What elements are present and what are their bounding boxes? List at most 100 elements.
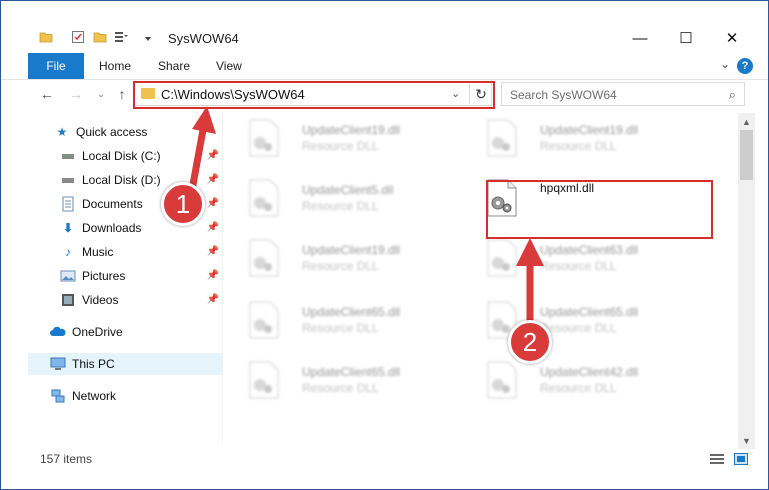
file-item[interactable]: UpdateClient19.dll Resource DLL	[228, 115, 448, 161]
search-input[interactable]: Search SysWOW64	[510, 88, 617, 102]
nav-item-pictures[interactable]: Pictures 📌	[60, 265, 222, 287]
dll-file-icon	[487, 361, 517, 399]
file-item[interactable]: UpdateClient19.dll Resource DLL	[466, 115, 686, 161]
pin-icon[interactable]: 📌	[207, 150, 219, 161]
computer-icon	[50, 357, 66, 370]
maximize-button[interactable]: ☐	[663, 25, 709, 51]
cloud-icon	[50, 326, 66, 336]
nav-item-label: Quick access	[76, 125, 148, 139]
nav-item-label: Local Disk (C:)	[82, 149, 161, 163]
pin-icon[interactable]: 📌	[207, 198, 219, 209]
callout-2: 2	[508, 320, 552, 364]
nav-item-music[interactable]: ♪ Music 📌	[60, 241, 222, 263]
file-name: hpqxml.dll	[540, 181, 595, 195]
tab-file[interactable]: File	[28, 53, 84, 79]
nav-item-label: OneDrive	[72, 325, 123, 339]
scroll-down-icon[interactable]: ▼	[738, 432, 755, 449]
file-type: Resource DLL	[302, 321, 379, 335]
file-name: UpdateClient65.dll	[302, 305, 401, 319]
details-view-icon[interactable]	[710, 453, 724, 465]
nav-item-label: Local Disk (D:)	[82, 173, 161, 187]
file-item[interactable]: UpdateClient65.dll Resource DLL	[228, 297, 448, 343]
dll-file-icon	[487, 119, 517, 157]
file-type: Resource DLL	[302, 199, 379, 213]
close-button[interactable]: ✕	[709, 25, 755, 51]
nav-item-network[interactable]: Network	[50, 385, 222, 407]
scroll-thumb[interactable]	[740, 130, 753, 180]
nav-item-label: Downloads	[82, 221, 142, 235]
nav-item-quick-access[interactable]: ★ Quick access	[54, 121, 222, 143]
file-type: Resource DLL	[540, 139, 617, 153]
nav-item-onedrive[interactable]: OneDrive	[50, 321, 222, 343]
refresh-button[interactable]: ↻	[469, 84, 492, 104]
nav-item-label: Documents	[82, 197, 143, 211]
file-type: Resource DLL	[302, 259, 379, 273]
file-item[interactable]: UpdateClient42.dll Resource DLL	[466, 357, 686, 403]
pictures-icon	[60, 270, 76, 282]
large-icons-view-icon[interactable]	[734, 453, 748, 465]
pin-icon[interactable]: 📌	[207, 294, 219, 305]
dll-file-icon	[487, 239, 517, 277]
recent-locations-button[interactable]: ⌄	[92, 85, 110, 103]
tab-home[interactable]: Home	[99, 53, 131, 79]
file-item-hpqxml[interactable]: hpqxml.dll	[466, 175, 686, 221]
file-name: UpdateClient65.dll	[540, 305, 639, 319]
folder-icon	[141, 88, 155, 99]
dll-file-icon	[249, 179, 279, 217]
document-icon	[62, 196, 74, 212]
help-button[interactable]: ?	[737, 58, 753, 74]
dll-file-icon	[249, 239, 279, 277]
pin-icon[interactable]: 📌	[207, 222, 219, 233]
tab-share[interactable]: Share	[158, 53, 190, 79]
file-item[interactable]: UpdateClient19.dll Resource DLL	[228, 235, 448, 281]
nav-item-videos[interactable]: Videos 📌	[60, 289, 222, 311]
chevron-down-icon[interactable]: ⌄	[451, 87, 460, 100]
up-button[interactable]: ↑	[113, 85, 131, 103]
network-icon	[51, 389, 65, 403]
file-item[interactable]: UpdateClient5.dll Resource DLL	[228, 175, 448, 221]
properties-icon[interactable]	[71, 30, 85, 44]
file-type: Resource DLL	[540, 381, 617, 395]
nav-item-label: Videos	[82, 293, 119, 307]
file-item[interactable]: UpdateClient65.dll Resource DLL	[228, 357, 448, 403]
file-name: UpdateClient5.dll	[302, 183, 394, 197]
drive-icon	[62, 154, 74, 159]
star-icon: ★	[56, 125, 68, 139]
file-list: UpdateClient19.dll Resource DLL UpdateCl…	[223, 113, 738, 443]
nav-item-local-disk-c[interactable]: Local Disk (C:) 📌	[60, 145, 222, 167]
file-type: Resource DLL	[540, 259, 617, 273]
minimize-button[interactable]: —	[617, 25, 663, 51]
pin-icon[interactable]: 📌	[207, 174, 219, 185]
tab-view[interactable]: View	[216, 53, 242, 79]
videos-icon	[62, 294, 74, 306]
file-item[interactable]: UpdateClient63.dll Resource DLL	[466, 235, 686, 281]
chevron-down-icon[interactable]	[143, 31, 153, 45]
navigation-pane: ★ Quick access Local Disk (C:) 📌 Local D…	[28, 113, 222, 443]
file-explorer-window: SysWOW64 — ☐ ✕ File Home Share View ⌄ ? …	[0, 0, 769, 490]
file-type: Resource DLL	[540, 321, 617, 335]
pin-icon[interactable]: 📌	[207, 270, 219, 281]
folder-icon	[39, 32, 53, 43]
vertical-scrollbar[interactable]: ▲ ▼	[738, 113, 755, 449]
expand-ribbon-icon[interactable]: ⌄	[720, 57, 730, 71]
pin-icon[interactable]: 📌	[207, 246, 219, 257]
status-bar: 157 items	[28, 449, 768, 471]
drive-icon	[62, 178, 74, 183]
dll-file-icon	[249, 119, 279, 157]
address-bar[interactable]: C:\Windows\SysWOW64 ⌄ ↻	[134, 82, 492, 106]
nav-item-this-pc[interactable]: This PC	[28, 353, 222, 375]
new-folder-icon[interactable]	[93, 30, 107, 44]
file-type: Resource DLL	[302, 139, 379, 153]
back-button[interactable]: ←	[38, 85, 56, 103]
search-icon: ⌕	[728, 87, 736, 102]
forward-button[interactable]: →	[67, 85, 85, 103]
search-box[interactable]: Search SysWOW64 ⌕	[501, 82, 745, 106]
dll-file-icon	[249, 361, 279, 399]
download-icon: ⬇	[62, 221, 74, 235]
customize-toolbar-icon[interactable]	[114, 30, 128, 44]
scroll-up-icon[interactable]: ▲	[738, 113, 755, 130]
file-name: UpdateClient63.dll	[540, 243, 639, 257]
item-count: 157 items	[40, 452, 93, 466]
file-item[interactable]: UpdateClient65.dll Resource DLL	[466, 297, 686, 343]
address-path[interactable]: C:\Windows\SysWOW64	[161, 87, 305, 102]
